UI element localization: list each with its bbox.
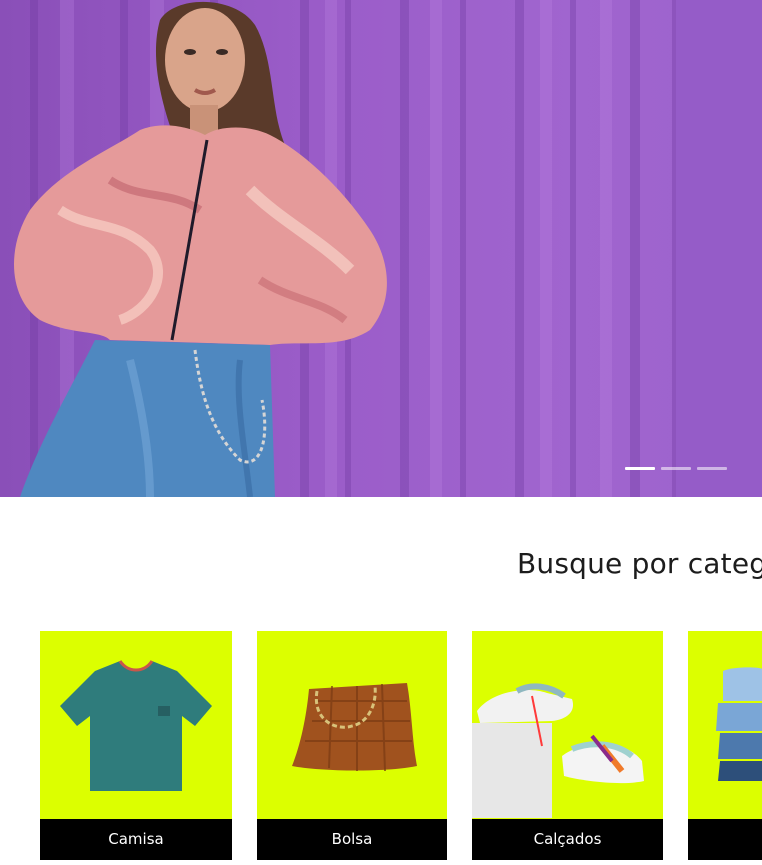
carousel-dot-3[interactable] xyxy=(697,467,727,470)
category-label xyxy=(688,819,762,860)
category-card-camisa[interactable]: Camisa xyxy=(40,631,232,860)
sneakers-image xyxy=(472,631,663,819)
hero-image xyxy=(13,0,762,497)
carousel-dot-1[interactable] xyxy=(625,467,655,470)
category-card-jeans[interactable] xyxy=(688,631,762,860)
carousel-dot-2[interactable] xyxy=(661,467,691,470)
category-card-calcados[interactable]: Calçados xyxy=(472,631,663,860)
jeans-stack-image xyxy=(688,631,762,819)
tshirt-image xyxy=(40,631,232,819)
category-label: Calçados xyxy=(472,819,663,860)
hero-banner[interactable] xyxy=(0,0,762,497)
carousel-indicators xyxy=(625,467,727,470)
section-title: Busque por categ xyxy=(517,547,762,580)
handbag-image xyxy=(257,631,447,819)
category-label: Bolsa xyxy=(257,819,447,860)
category-card-bolsa[interactable]: Bolsa xyxy=(257,631,447,860)
category-label: Camisa xyxy=(40,819,232,860)
